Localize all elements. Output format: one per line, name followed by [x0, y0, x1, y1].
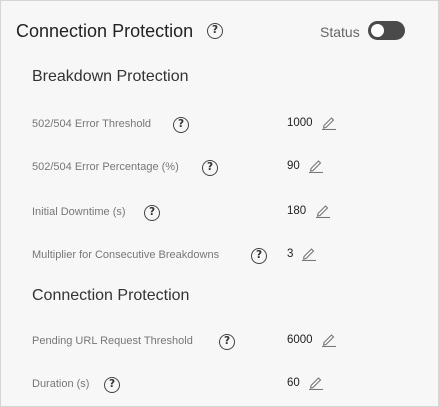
panel-header: Connection Protection ? Status [16, 19, 408, 45]
field-value: 90 [287, 160, 300, 172]
toggle-knob [371, 24, 384, 37]
field-value: 6000 [287, 334, 313, 346]
panel-title: Connection Protection [16, 21, 194, 41]
field-value: 180 [287, 205, 307, 217]
edit-icon[interactable] [321, 331, 337, 347]
section-title-breakdown-protection: Breakdown Protection [32, 68, 189, 85]
field-row-initial-downtime: Initial Downtime (s) ? 180 [1, 202, 438, 224]
status-label: Status [320, 24, 360, 40]
field-label: 502/504 Error Threshold [32, 118, 152, 130]
edit-icon[interactable] [308, 374, 324, 390]
field-label: Pending URL Request Threshold [32, 335, 193, 347]
field-label: 502/504 Error Percentage (%) [32, 161, 179, 173]
field-row-error-percentage: 502/504 Error Percentage (%) ? 90 [1, 157, 438, 179]
field-label: Multiplier for Consecutive Breakdowns [32, 249, 220, 261]
status-toggle[interactable] [368, 21, 405, 40]
field-label: Duration (s) [32, 378, 90, 390]
help-icon[interactable]: ? [144, 205, 160, 221]
field-row-duration: Duration (s) ? 60 [1, 374, 438, 396]
edit-icon[interactable] [321, 114, 337, 130]
help-icon[interactable]: ? [104, 377, 120, 393]
help-icon[interactable]: ? [173, 117, 189, 133]
edit-icon[interactable] [308, 157, 324, 173]
help-icon[interactable]: ? [202, 160, 218, 176]
field-row-pending-url-threshold: Pending URL Request Threshold ? 6000 [1, 331, 438, 353]
edit-icon[interactable] [315, 202, 331, 218]
field-value: 1000 [287, 117, 313, 129]
field-row-multiplier: Multiplier for Consecutive Breakdowns ? … [1, 245, 438, 267]
connection-protection-panel: Connection Protection ? Status Breakdown… [0, 0, 439, 407]
field-row-error-threshold: 502/504 Error Threshold ? 1000 [1, 114, 438, 136]
field-value: 60 [287, 377, 300, 389]
section-title-connection-protection: Connection Protection [32, 287, 190, 304]
help-icon[interactable]: ? [251, 248, 267, 264]
edit-icon[interactable] [301, 245, 317, 261]
help-icon[interactable]: ? [207, 23, 223, 39]
help-icon[interactable]: ? [219, 334, 235, 350]
field-label: Initial Downtime (s) [32, 206, 126, 218]
field-value: 3 [287, 248, 294, 260]
